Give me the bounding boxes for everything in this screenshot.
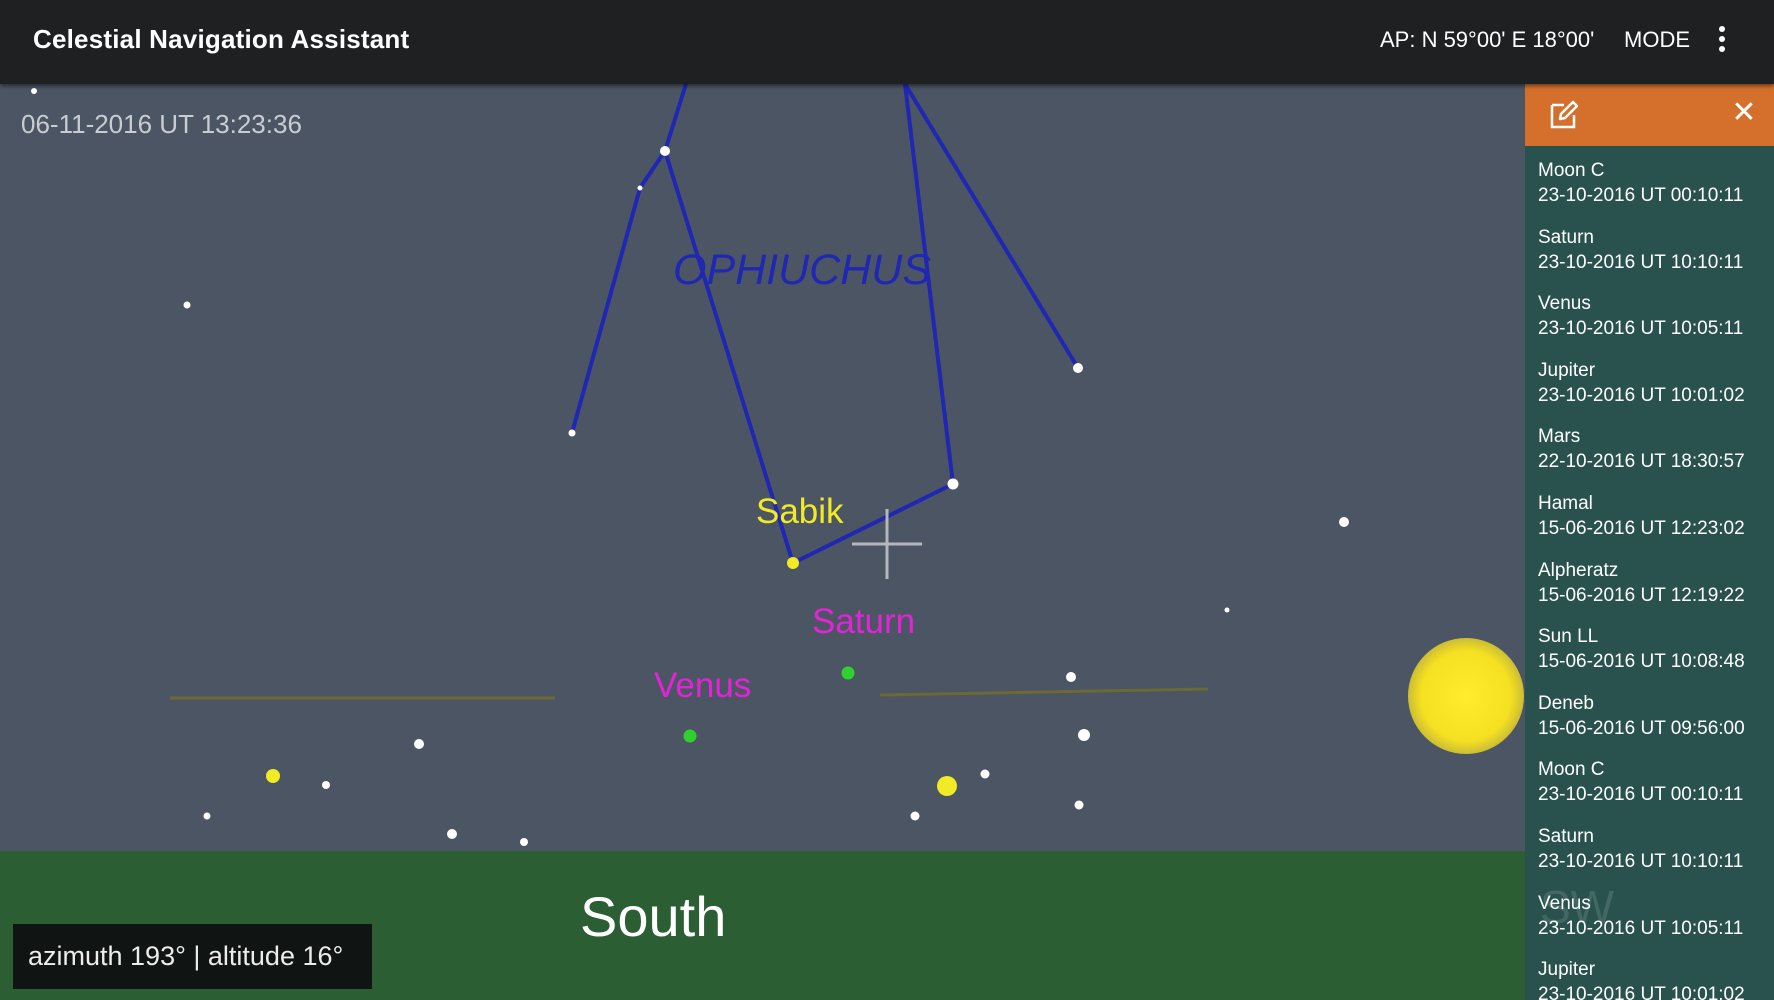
list-item[interactable]: Sun LL 15-06-2016 UT 10:08:48 bbox=[1525, 623, 1774, 690]
list-item-name: Venus bbox=[1538, 293, 1591, 315]
list-item-time: 23-10-2016 UT 10:10:11 bbox=[1538, 251, 1744, 273]
sky-timestamp: 06-11-2016 UT 13:23:36 bbox=[21, 109, 302, 139]
list-item-time: 23-10-2016 UT 10:10:11 bbox=[1538, 850, 1744, 872]
app-bar: Celestial Navigation Assistant AP: N 59°… bbox=[0, 0, 1774, 84]
list-item-time: 15-06-2016 UT 10:08:48 bbox=[1538, 651, 1745, 673]
list-item[interactable]: Moon C 23-10-2016 UT 00:10:11 bbox=[1525, 756, 1774, 823]
list-item-time: 15-06-2016 UT 09:56:00 bbox=[1538, 717, 1745, 739]
sky-canvas[interactable] bbox=[0, 84, 1525, 851]
list-item-name: Hamal bbox=[1538, 492, 1593, 514]
list-item-time: 23-10-2016 UT 00:10:11 bbox=[1538, 784, 1744, 806]
more-vert-icon[interactable] bbox=[1712, 22, 1732, 62]
horizon-line-right bbox=[879, 687, 1209, 697]
list-item[interactable]: Moon C 23-10-2016 UT 00:10:11 bbox=[1525, 157, 1774, 224]
list-item-time: 23-10-2016 UT 10:01:02 bbox=[1538, 384, 1745, 406]
app-title: Celestial Navigation Assistant bbox=[33, 24, 410, 54]
list-item-name: Moon C bbox=[1538, 759, 1605, 781]
sky-view[interactable] bbox=[0, 84, 1525, 851]
list-item[interactable]: Venus 23-10-2016 UT 10:05:11 bbox=[1525, 290, 1774, 357]
azimuth-altitude-readout: azimuth 193° | altitude 16° bbox=[13, 924, 372, 989]
list-item-name: Deneb bbox=[1538, 692, 1594, 714]
crosshair-icon bbox=[852, 509, 922, 579]
list-item-time: 22-10-2016 UT 18:30:57 bbox=[1538, 451, 1745, 473]
direction-label: South bbox=[580, 885, 727, 948]
list-item[interactable]: Alpheratz 15-06-2016 UT 12:19:22 bbox=[1525, 557, 1774, 624]
saturn-label: Saturn bbox=[812, 602, 916, 641]
panel-header: ✕ bbox=[1525, 84, 1774, 146]
list-item-name: Saturn bbox=[1538, 226, 1594, 248]
sight-list: Moon C 23-10-2016 UT 00:10:11 Saturn 23-… bbox=[1525, 157, 1774, 1000]
list-item[interactable]: Mars 22-10-2016 UT 18:30:57 bbox=[1525, 423, 1774, 490]
venus-planet[interactable] bbox=[683, 729, 697, 743]
sun-icon[interactable] bbox=[1408, 638, 1524, 754]
list-item-time: 23-10-2016 UT 10:05:11 bbox=[1538, 318, 1744, 340]
list-item[interactable]: Deneb 15-06-2016 UT 09:56:00 bbox=[1525, 690, 1774, 757]
yellow-star-left[interactable] bbox=[266, 769, 280, 783]
list-item-time: 23-10-2016 UT 00:10:11 bbox=[1538, 185, 1744, 206]
list-item-name: Sun LL bbox=[1538, 626, 1599, 648]
saturn-planet[interactable] bbox=[841, 666, 855, 680]
list-item-name: Jupiter bbox=[1538, 959, 1596, 981]
assumed-position: AP: N 59°00' E 18°00' bbox=[1380, 27, 1595, 52]
list-item-name: Moon C bbox=[1538, 160, 1605, 181]
list-item[interactable]: Jupiter 23-10-2016 UT 10:01:02 bbox=[1525, 357, 1774, 424]
sabik-star[interactable] bbox=[787, 557, 799, 569]
list-item-name: Mars bbox=[1538, 426, 1581, 448]
list-item-time: 15-06-2016 UT 12:19:22 bbox=[1538, 584, 1745, 606]
list-item-name: Saturn bbox=[1538, 825, 1594, 847]
sight-history-panel: ✕ Moon C 23-10-2016 UT 00:10:11 Saturn 2… bbox=[1525, 84, 1774, 1000]
list-item-name: Alpheratz bbox=[1538, 559, 1619, 581]
list-item[interactable]: Jupiter 23-10-2016 UT 10:01:02 bbox=[1525, 956, 1774, 1000]
list-item[interactable]: Hamal 15-06-2016 UT 12:23:02 bbox=[1525, 490, 1774, 557]
constellation-label: OPHIUCHUS bbox=[673, 246, 932, 294]
sabik-label: Sabik bbox=[756, 492, 844, 531]
close-icon[interactable]: ✕ bbox=[1727, 96, 1761, 130]
list-item-time: 23-10-2016 UT 10:01:02 bbox=[1538, 984, 1745, 1000]
list-item-time: 15-06-2016 UT 12:23:02 bbox=[1538, 517, 1745, 539]
list-item[interactable]: Saturn 23-10-2016 UT 10:10:11 bbox=[1525, 224, 1774, 291]
app-root: Celestial Navigation Assistant AP: N 59°… bbox=[0, 0, 1774, 1000]
list-item-name: Jupiter bbox=[1538, 359, 1596, 381]
yellow-star-right[interactable] bbox=[937, 776, 957, 796]
venus-label: Venus bbox=[654, 666, 752, 705]
watermark: SW bbox=[1540, 881, 1615, 933]
mode-button[interactable]: MODE bbox=[1624, 27, 1690, 53]
edit-icon[interactable] bbox=[1548, 99, 1580, 131]
